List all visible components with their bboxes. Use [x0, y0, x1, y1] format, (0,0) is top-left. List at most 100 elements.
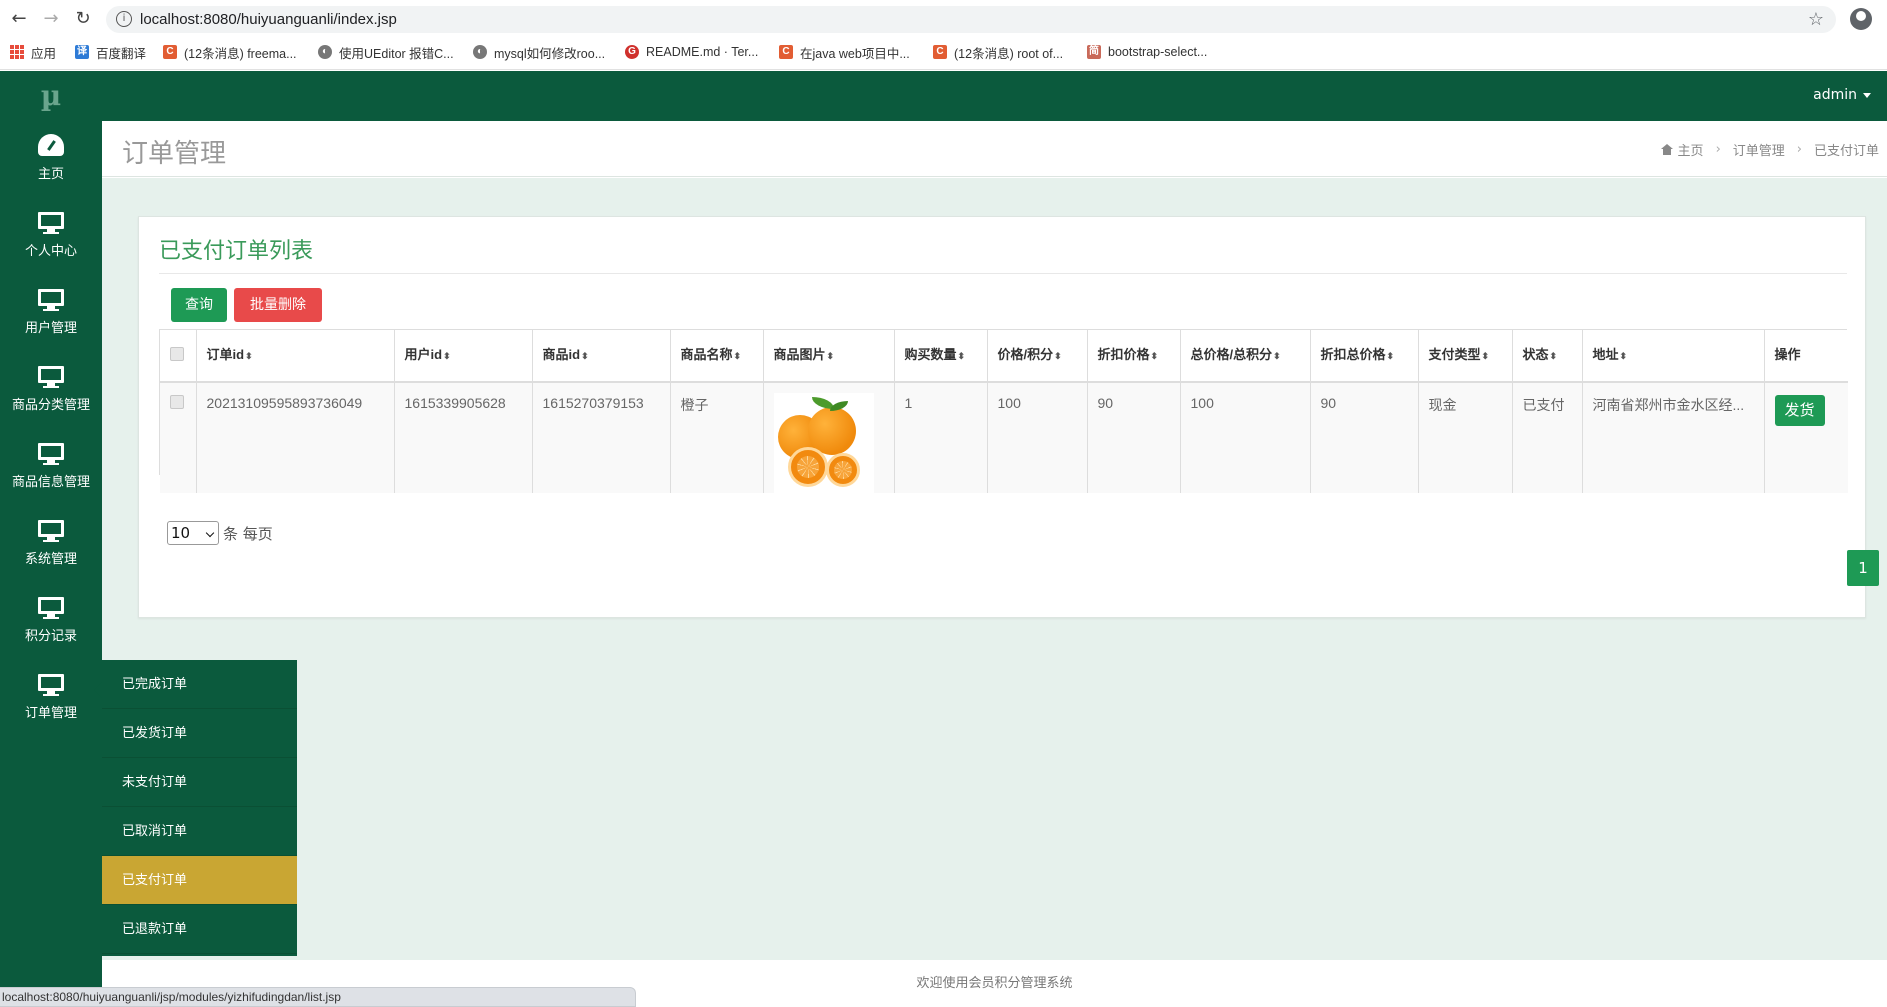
- sidebar-item-label: 系统管理: [24, 552, 77, 567]
- submenu-cancelled-orders[interactable]: 已取消订单: [102, 807, 297, 856]
- select-all-checkbox[interactable]: [170, 347, 184, 362]
- sort-icon: ⬍: [443, 351, 451, 361]
- submenu-paid-orders[interactable]: 已支付订单: [102, 856, 297, 905]
- site-info-icon[interactable]: i: [116, 11, 132, 27]
- column-header[interactable]: 购买数量⬍: [894, 330, 988, 383]
- page-size-select[interactable]: 10: [167, 521, 219, 545]
- sidebar-item-label: 订单管理: [24, 706, 77, 721]
- address-cell: 河南省郑州市金水区经...: [1582, 382, 1765, 493]
- sidebar-item-label: 用户管理: [24, 321, 77, 336]
- query-button[interactable]: 查询: [171, 288, 227, 322]
- quantity-cell: 1: [894, 382, 988, 493]
- profile-avatar-icon[interactable]: [1850, 8, 1872, 30]
- bookmark-label: 应用: [31, 46, 57, 61]
- sidebar-item-label: 主页: [37, 167, 64, 182]
- back-arrow-icon[interactable]: ←: [8, 8, 30, 30]
- column-header[interactable]: 折扣价格⬍: [1087, 330, 1181, 383]
- top-navbar: admin: [102, 71, 1887, 121]
- url-text[interactable]: localhost:8080/huiyuanguanli/index.jsp: [140, 11, 397, 28]
- bookmark-readme[interactable]: G README.md · Ter...: [625, 42, 758, 62]
- sort-icon: ⬍: [1054, 351, 1062, 361]
- jianshu-icon: 简: [1087, 45, 1101, 59]
- forward-arrow-icon[interactable]: →: [40, 8, 62, 30]
- sidebar-item-category-management[interactable]: 商品分类管理: [0, 352, 102, 429]
- column-header[interactable]: 总价格/总积分⬍: [1180, 330, 1311, 383]
- column-header[interactable]: 用户id⬍: [394, 330, 533, 383]
- column-header[interactable]: 订单id⬍: [196, 330, 395, 383]
- monitor-icon: [36, 672, 66, 698]
- sort-icon: ⬍: [826, 351, 835, 361]
- sort-icon: ⬍: [581, 351, 589, 361]
- row-checkbox[interactable]: [170, 395, 184, 409]
- bookmark-bootstrap-select[interactable]: 简 bootstrap-select...: [1087, 42, 1207, 62]
- bookmark-baidu-translate[interactable]: 译 百度翻译: [75, 42, 146, 62]
- select-all-header: [160, 330, 197, 383]
- batch-delete-button[interactable]: 批量删除: [234, 288, 322, 322]
- column-header[interactable]: 折扣总价格⬍: [1310, 330, 1419, 383]
- sidebar-item-home[interactable]: 主页: [0, 121, 102, 198]
- user-id-cell: 1615339905628: [394, 382, 533, 493]
- sidebar-item-label: 商品信息管理: [11, 475, 90, 490]
- sort-icon: ⬍: [733, 351, 742, 361]
- bookmark-ueditor[interactable]: ◐ 使用UEditor 报错C...: [318, 42, 454, 62]
- sidebar-item-user-management[interactable]: 用户管理: [0, 275, 102, 352]
- bookmark-csdn-freemarker[interactable]: C (12条消息) freema...: [163, 42, 297, 62]
- sort-icon: ⬍: [1150, 351, 1159, 361]
- sidebar-item-label: 积分记录: [24, 629, 77, 644]
- submenu-shipped-orders[interactable]: 已发货订单: [102, 709, 297, 758]
- pay-type-cell: 现金: [1418, 382, 1513, 493]
- bookmark-label: README.md · Ter...: [646, 45, 759, 59]
- submenu-completed-orders[interactable]: 已完成订单: [102, 660, 297, 709]
- sidebar-item-order-management[interactable]: 订单管理: [0, 660, 102, 737]
- bookmark-mysql[interactable]: ◐ mysql如何修改roo...: [473, 42, 605, 62]
- column-header[interactable]: 价格/积分⬍: [987, 330, 1088, 383]
- bookmark-label: (12条消息) freema...: [184, 46, 297, 61]
- column-header[interactable]: 商品id⬍: [532, 330, 671, 383]
- table-header-row: 订单id⬍ 用户id⬍ 商品id⬍ 商品名称⬍ 商品图片⬍ 购买数量⬍ 价格/积…: [160, 330, 1848, 383]
- sidebar-item-personal-center[interactable]: 个人中心: [0, 198, 102, 275]
- bookmark-star-icon[interactable]: ☆: [1808, 9, 1824, 30]
- sidebar-item-points-records[interactable]: 积分记录: [0, 583, 102, 660]
- address-bar[interactable]: i localhost:8080/huiyuanguanli/index.jsp…: [106, 6, 1836, 33]
- reload-icon[interactable]: ↻: [72, 8, 94, 30]
- monitor-icon: [36, 441, 66, 467]
- browser-status-url: localhost:8080/huiyuanguanli/jsp/modules…: [0, 987, 636, 1007]
- monitor-icon: [36, 595, 66, 621]
- csdn-icon: C: [779, 45, 793, 59]
- ship-button[interactable]: 发货: [1774, 395, 1825, 426]
- bookmark-label: (12条消息) root of...: [954, 46, 1064, 61]
- user-menu[interactable]: admin: [1813, 87, 1871, 103]
- sort-icon: ⬍: [1273, 351, 1281, 361]
- breadcrumb-order-management[interactable]: 订单管理: [1733, 140, 1785, 159]
- panel-title: 已支付订单列表: [159, 238, 314, 263]
- panel-divider: [159, 273, 1847, 274]
- bookmark-csdn-root[interactable]: C (12条消息) root of...: [933, 42, 1063, 62]
- order-submenu: 已完成订单 已发货订单 未支付订单 已取消订单 已支付订单 已退款订单: [94, 660, 297, 956]
- bookmark-java-web[interactable]: C 在java web项目中...: [779, 42, 910, 62]
- bookmark-apps[interactable]: 应用: [10, 42, 56, 62]
- bookmark-label: 使用UEditor 报错C...: [339, 46, 454, 61]
- app-root: µ 主页 个人中心 用户管理 商品分类管理 商品信息管理 系统管理 积分记录 订…: [0, 71, 1887, 1007]
- bookmarks-bar: 应用 译 百度翻译 C (12条消息) freema... ◐ 使用UEdito…: [0, 40, 1887, 64]
- app-logo[interactable]: µ: [0, 71, 102, 121]
- sidebar-item-system-management[interactable]: 系统管理: [0, 506, 102, 583]
- column-header[interactable]: 商品名称⬍: [670, 330, 764, 383]
- column-header[interactable]: 地址⬍: [1582, 330, 1765, 383]
- breadcrumb-home[interactable]: 主页: [1678, 140, 1704, 159]
- column-header[interactable]: 商品图片⬍: [763, 330, 895, 383]
- bookmark-label: mysql如何修改roo...: [494, 46, 606, 61]
- main-content: 已支付订单列表 查询 批量删除 订单id⬍ 用户id⬍ 商品id⬍ 商品名称⬍ …: [102, 178, 1887, 960]
- column-header[interactable]: 支付类型⬍: [1418, 330, 1513, 383]
- pagination-page-1[interactable]: 1: [1847, 550, 1879, 586]
- content-header: 订单管理 主页 › 订单管理 › 已支付订单: [102, 121, 1887, 177]
- csdn-icon: C: [933, 45, 947, 59]
- breadcrumb-current: 已支付订单: [1813, 144, 1879, 159]
- submenu-unpaid-orders[interactable]: 未支付订单: [102, 758, 297, 807]
- column-header[interactable]: 状态⬍: [1512, 330, 1583, 383]
- sidebar-item-product-management[interactable]: 商品信息管理: [0, 429, 102, 506]
- submenu-refunded-orders[interactable]: 已退款订单: [102, 905, 297, 954]
- orders-table: 订单id⬍ 用户id⬍ 商品id⬍ 商品名称⬍ 商品图片⬍ 购买数量⬍ 价格/积…: [159, 329, 1848, 493]
- page-size-control: 10 条 每页: [167, 521, 273, 545]
- sidebar-item-label: 商品分类管理: [11, 398, 90, 413]
- discount-total-cell: 90: [1310, 382, 1419, 493]
